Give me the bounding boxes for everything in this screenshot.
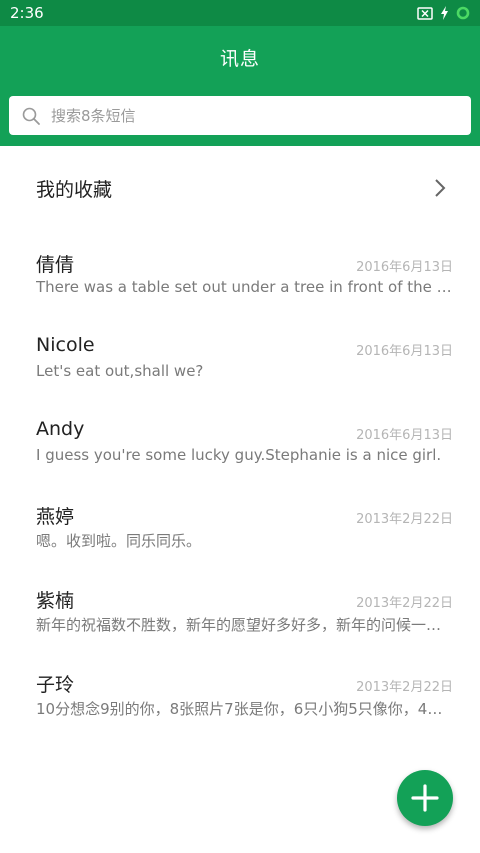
message-preview: Let's eat out,shall we? (36, 362, 204, 380)
conversation-row[interactable]: 倩倩 2016年6月13日 There was a table set out … (0, 230, 480, 314)
conversation-row[interactable]: 紫楠 2013年2月22日 新年的祝福数不胜数，新年的愿望好多好多，新年的问候一… (0, 566, 480, 650)
app-bar: 讯息 (0, 26, 480, 146)
contact-name: Nicole (36, 334, 95, 356)
message-preview: 新年的祝福数不胜数，新年的愿望好多好多，新年的问候一句一句 (36, 616, 452, 634)
message-preview: 嗯。收到啦。同乐同乐。 (36, 532, 202, 550)
contact-name: Andy (36, 418, 85, 440)
conversation-row[interactable]: 子玲 2013年2月22日 10分想念9别的你，8张照片7张是你，6只小狗5只像… (0, 650, 480, 734)
message-date: 2013年2月22日 (356, 512, 453, 527)
status-bar: 2:36 (0, 0, 480, 26)
plus-icon (411, 784, 439, 812)
conversation-row[interactable]: Nicole 2016年6月13日 Let's eat out,shall we… (0, 314, 480, 398)
message-preview: I guess you're some lucky guy.Stephanie … (36, 446, 442, 464)
charging-icon (441, 6, 448, 20)
battery-ring-icon (456, 6, 470, 20)
message-preview: There was a table set out under a tree i… (36, 278, 452, 296)
contact-name: 燕婷 (36, 506, 75, 528)
contact-name: 紫楠 (36, 590, 75, 612)
message-date: 2016年6月13日 (356, 260, 453, 275)
search-bar[interactable] (9, 96, 471, 135)
status-icons (417, 6, 470, 20)
chevron-right-icon (435, 179, 446, 197)
new-message-button[interactable] (397, 770, 453, 826)
conversation-row[interactable]: 燕婷 2013年2月22日 嗯。收到啦。同乐同乐。 (0, 482, 480, 566)
contact-name: 倩倩 (36, 254, 75, 276)
conversation-list: 倩倩 2016年6月13日 There was a table set out … (0, 230, 480, 734)
page-title: 讯息 (219, 48, 260, 70)
search-input[interactable] (49, 105, 433, 126)
favorites-label: 我的收藏 (36, 178, 113, 201)
message-date: 2016年6月13日 (356, 428, 453, 443)
message-date: 2013年2月22日 (356, 680, 453, 695)
contact-name: 子玲 (36, 674, 75, 696)
message-date: 2016年6月13日 (356, 344, 453, 359)
search-icon (22, 107, 40, 125)
sim-off-icon (417, 6, 433, 20)
favorites-row[interactable]: 我的收藏 (0, 146, 480, 230)
message-date: 2013年2月22日 (356, 596, 453, 611)
message-preview: 10分想念9别的你，8张照片7张是你，6只小狗5只像你，4季每天都想你 (36, 700, 452, 718)
conversation-row[interactable]: Andy 2016年6月13日 I guess you're some luck… (0, 398, 480, 482)
status-time: 2:36 (10, 4, 44, 22)
